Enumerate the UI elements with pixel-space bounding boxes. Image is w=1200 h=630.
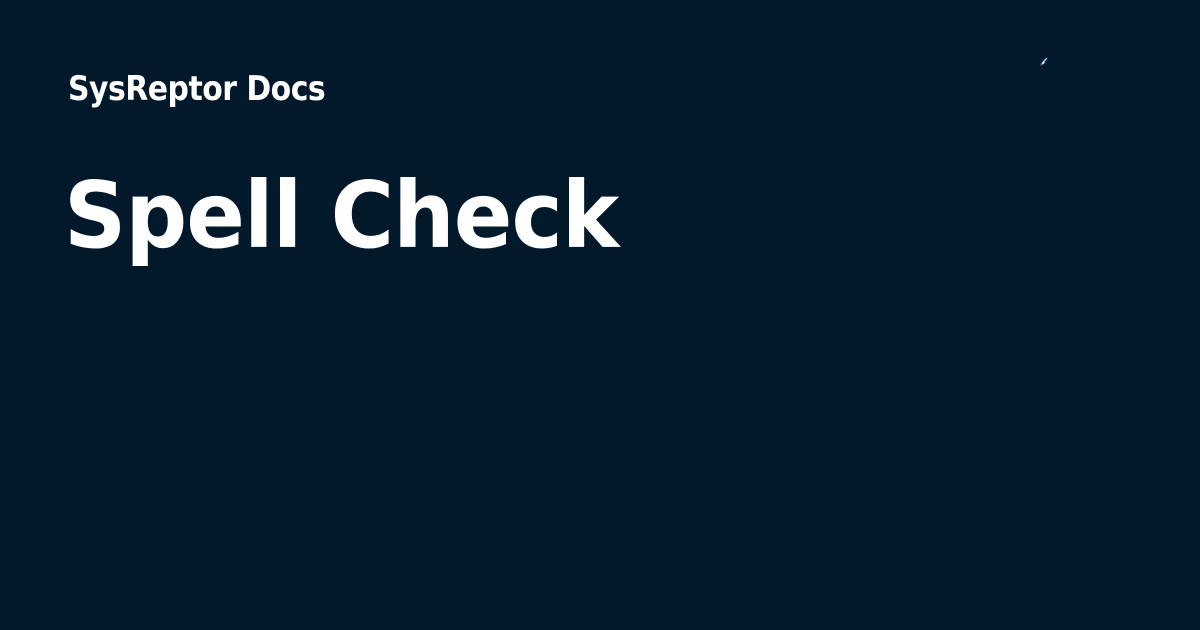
site-name: SysReptor Docs [68,69,326,109]
social-preview-card: SysReptor Docs Spell Check [0,0,1200,630]
small-rocket-icon [1040,57,1048,66]
page-title: Spell Check [64,162,619,269]
